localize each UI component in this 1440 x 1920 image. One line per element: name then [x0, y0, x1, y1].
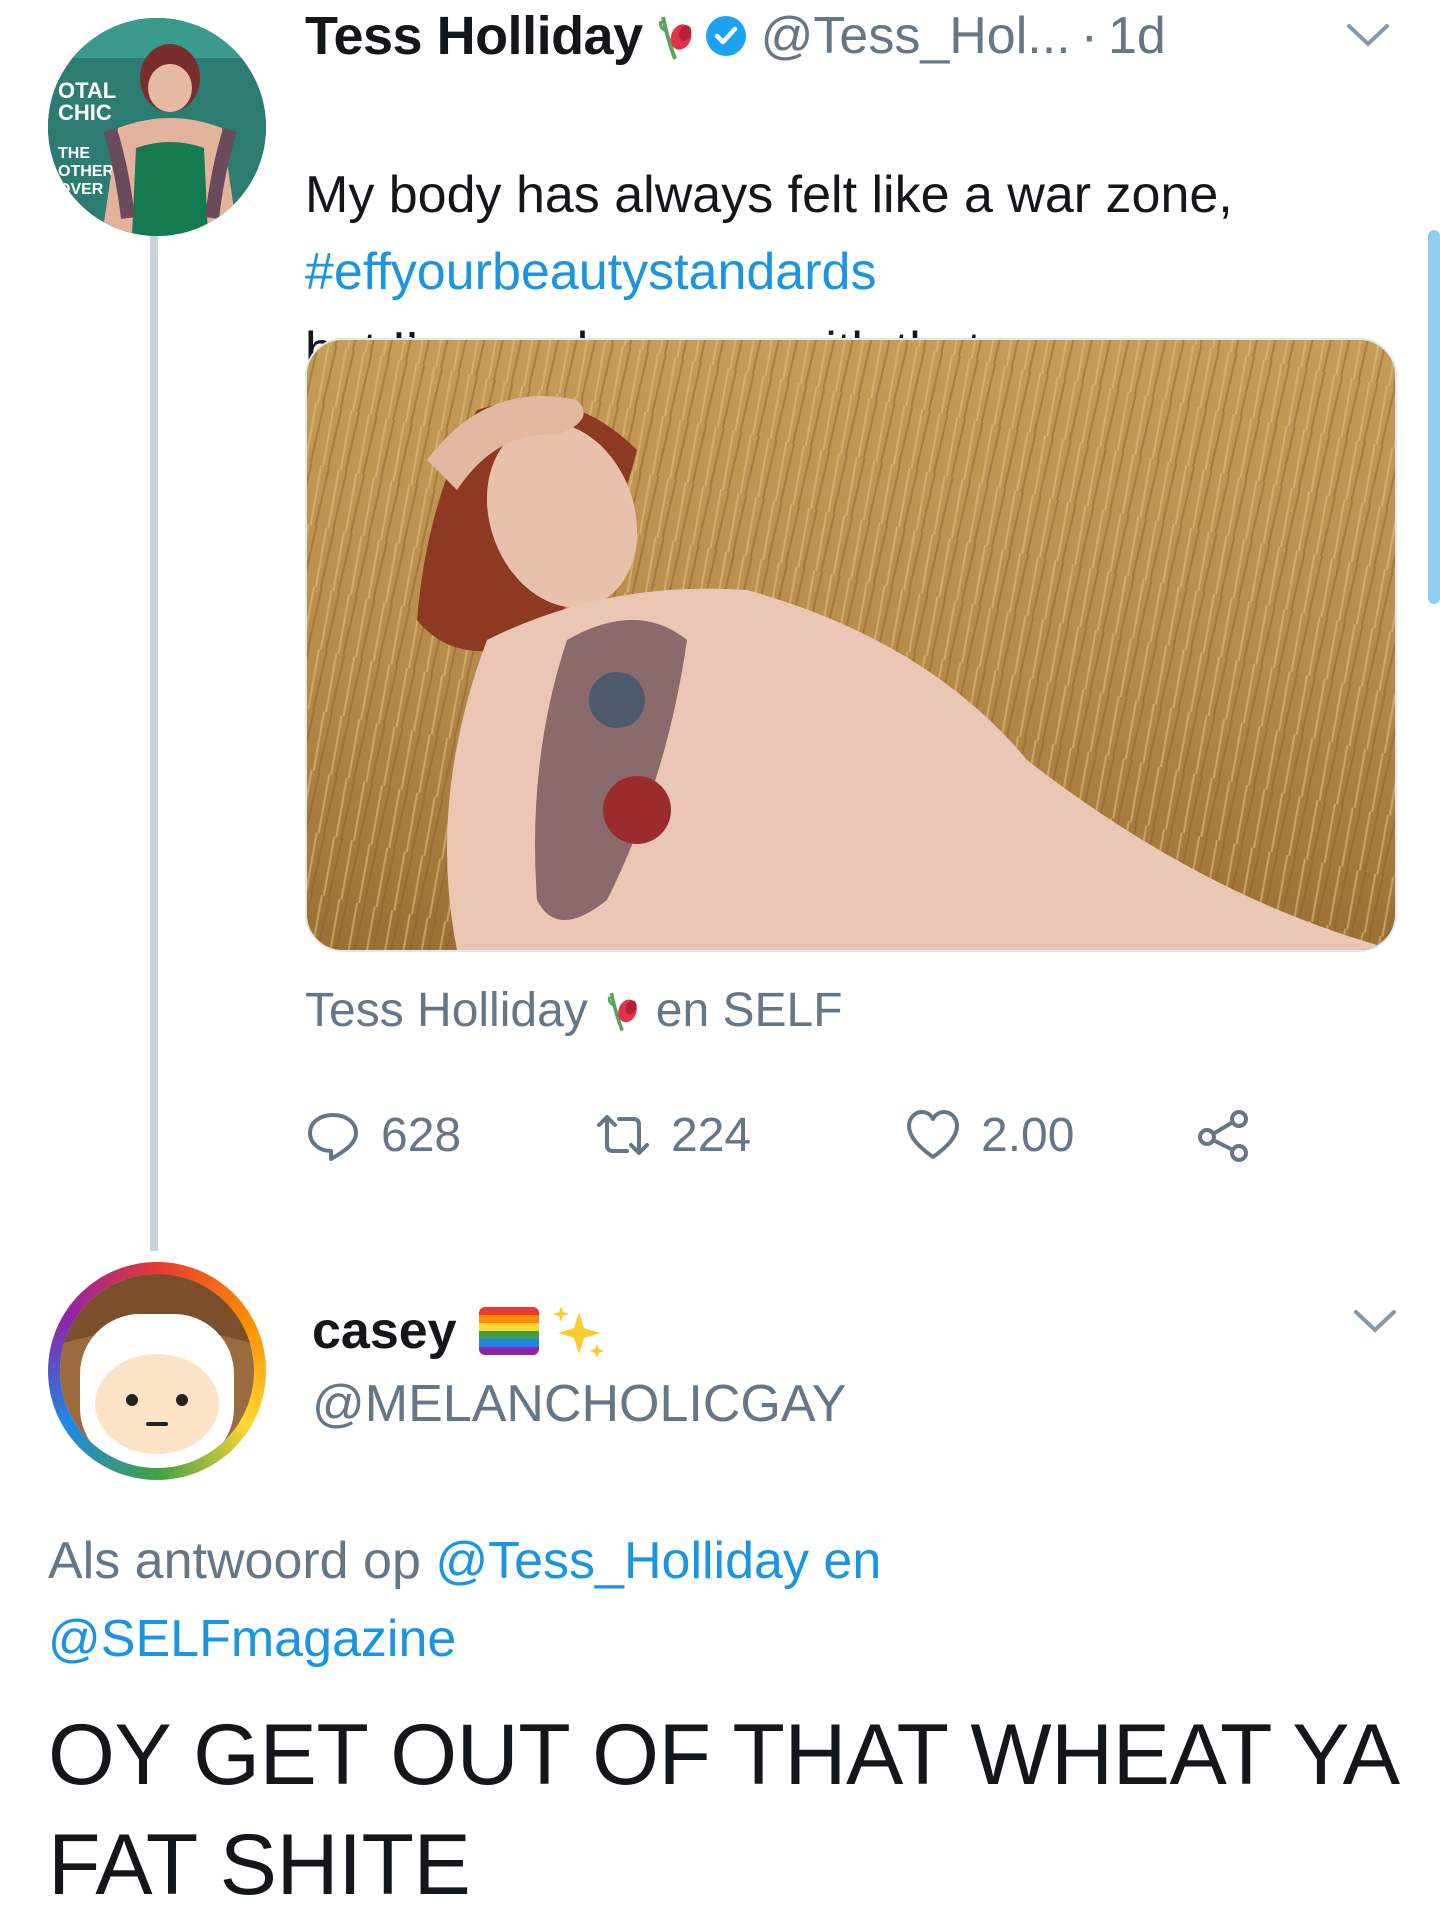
reply-menu-chevron-down-icon[interactable]	[1352, 1306, 1398, 1336]
reply-author-name[interactable]: casey	[312, 1301, 457, 1361]
reply-text: OY GET OUT OF THAT WHEAT YA FAT SHITE	[48, 1707, 1395, 1913]
reply-author-handle[interactable]: @MELANCHOLICGAY	[312, 1374, 846, 1434]
share-button[interactable]	[1195, 1107, 1251, 1163]
svg-text:OTHER: OTHER	[58, 163, 114, 180]
timestamp-separator: ·	[1080, 7, 1098, 65]
retweet-button[interactable]: 224	[595, 1107, 905, 1163]
thread-connector-line	[150, 236, 158, 1251]
reply-context-join: en	[823, 1532, 882, 1590]
tweet-menu-chevron-down-icon[interactable]	[1345, 20, 1391, 50]
svg-text:THE: THE	[58, 145, 90, 162]
mention-link-self[interactable]: @SELFmagazine	[48, 1610, 456, 1668]
sparkles-icon	[549, 1302, 607, 1360]
rainbow-flag-icon	[478, 1307, 539, 1355]
hashtag-link[interactable]: #effyourbeautystandards	[305, 233, 876, 311]
reply-count: 628	[381, 1108, 462, 1162]
reply-author-name-row: casey	[312, 1296, 607, 1366]
svg-text:CHIC: CHIC	[58, 100, 112, 125]
author-handle[interactable]: @Tess_Hol...	[761, 6, 1071, 66]
attribution-name[interactable]: Tess Holliday	[305, 983, 588, 1038]
verified-badge-icon	[705, 15, 747, 57]
tweet-text-line-1: My body has always felt like a war zone,	[305, 166, 1233, 224]
reply-author-avatar[interactable]	[48, 1262, 266, 1480]
mention-link-tess[interactable]: @Tess_Holliday	[435, 1532, 809, 1590]
tweet-header: Tess Holliday @Tess_Hol... · 1d	[305, 2, 1166, 70]
reply-icon	[308, 1113, 358, 1161]
photo-attribution: Tess Holliday en SELF	[305, 975, 843, 1045]
retweet-count: 224	[671, 1108, 752, 1162]
like-button[interactable]: 2.00	[905, 1107, 1195, 1163]
avatar-image	[60, 1274, 254, 1468]
reply-context: Als antwoord op @Tess_Holliday en @SELFm…	[48, 1522, 1388, 1678]
attribution-suffix[interactable]: en SELF	[656, 983, 843, 1038]
retweet-icon	[597, 1115, 649, 1155]
tweet-timestamp[interactable]: 1d	[1108, 6, 1166, 66]
wilted-rose-icon	[606, 987, 640, 1033]
svg-text:OVER: OVER	[58, 181, 104, 198]
share-icon	[1198, 1110, 1248, 1162]
scrollbar-thumb[interactable]	[1428, 230, 1440, 604]
tweet-photo[interactable]	[305, 338, 1397, 952]
reply-context-prefix: Als antwoord op	[48, 1532, 421, 1590]
reply-button[interactable]: 628	[305, 1107, 595, 1163]
author-avatar[interactable]: OTAL CHIC THE OTHER OVER	[48, 18, 266, 236]
like-count: 2.00	[981, 1108, 1075, 1162]
tweet-actions: 628 224 2.00	[305, 1100, 1251, 1170]
wilted-rose-icon	[657, 11, 695, 61]
author-name[interactable]: Tess Holliday	[305, 5, 643, 67]
avatar-image: OTAL CHIC THE OTHER OVER	[48, 18, 266, 236]
photo-image	[307, 340, 1395, 950]
heart-icon	[907, 1110, 959, 1159]
